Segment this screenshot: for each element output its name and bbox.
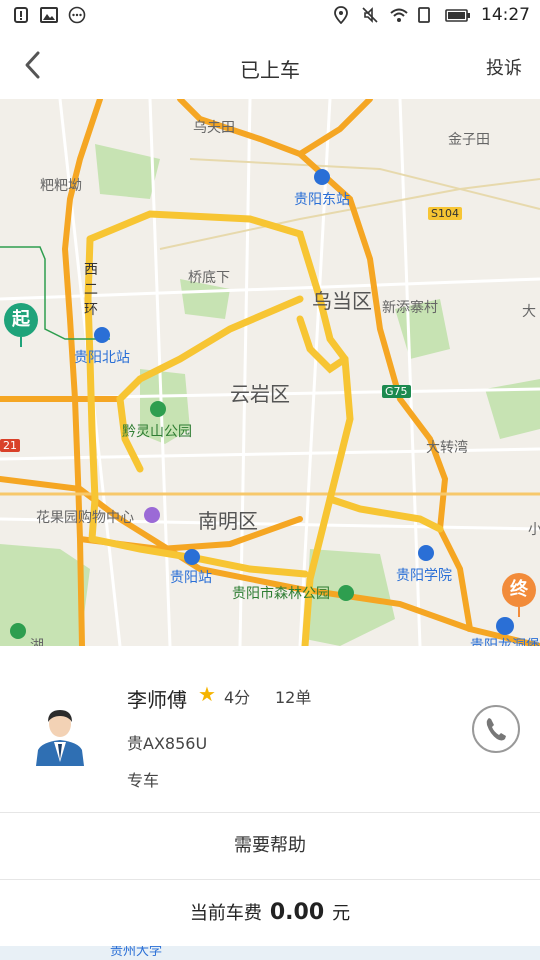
phone-icon <box>486 718 506 741</box>
end-pin: 终 <box>502 573 536 607</box>
map-label: 贵阳东站 <box>294 192 350 208</box>
map-label: 黔灵山公园 <box>122 424 192 440</box>
park-icon <box>338 585 354 601</box>
map-label: 乌夫田 <box>193 120 235 136</box>
bottom-map-strip: 贵州大学 <box>0 946 540 960</box>
map-label: 桥底下 <box>188 270 230 286</box>
map-label: 大转湾 <box>426 440 468 456</box>
mute-icon <box>361 6 379 24</box>
map-label: 环 <box>84 302 98 318</box>
fare-amount: 0.00 <box>269 900 325 925</box>
map-label: 花果园购物中心 <box>36 510 134 526</box>
park-icon <box>10 623 26 639</box>
map-label: 湖 <box>30 638 44 646</box>
map-label: 粑粑坳 <box>40 178 82 194</box>
fare-label: 当前车费 <box>189 903 262 924</box>
map-label: 南明区 <box>198 509 258 533</box>
map-label: 大 <box>522 304 536 320</box>
star-icon: ★ <box>198 682 216 706</box>
bottom-map-label: 贵州大学 <box>110 946 163 959</box>
page-title: 已上车 <box>240 58 300 82</box>
map-label: 二 <box>84 282 98 298</box>
train-station-icon <box>314 169 330 185</box>
driver-card: 李师傅 ★ 4分 12单 贵AX856U 专车 <box>0 646 540 812</box>
train-station-icon <box>184 549 200 565</box>
shopping-icon <box>144 507 160 523</box>
driver-avatar <box>32 704 88 766</box>
call-driver-button[interactable] <box>472 705 520 753</box>
more-icon <box>68 6 86 24</box>
driver-rating: 4分 <box>224 688 251 707</box>
location-icon <box>333 6 351 25</box>
train-station-icon <box>94 327 110 343</box>
fare-bar: 当前车费 0.00 元 <box>0 880 540 946</box>
map-label: 西 <box>84 262 98 278</box>
map-label: 贵阳站 <box>170 570 212 586</box>
end-pin-stem <box>518 607 520 617</box>
nav-bar: 已上车 投诉 <box>0 32 540 99</box>
fare-unit: 元 <box>332 903 351 924</box>
map-label: 贵阳龙洞堡 <box>470 638 540 646</box>
status-time: 14:27 <box>481 5 530 25</box>
car-plate: 贵AX856U <box>127 734 208 753</box>
start-pin-stem <box>20 337 22 347</box>
map-label: 乌当区 <box>312 289 372 313</box>
service-type: 专车 <box>127 771 160 790</box>
airport-icon <box>496 617 514 635</box>
map-label: 金子田 <box>448 132 490 148</box>
battery-icon <box>445 6 471 24</box>
wifi-icon <box>389 6 408 24</box>
road-tag: S104 <box>428 207 462 220</box>
map-label: 贵阳市森林公园 <box>232 586 330 602</box>
sim-icon <box>417 6 435 24</box>
help-button[interactable]: 需要帮助 <box>0 813 540 879</box>
map-label: 小 <box>528 522 540 538</box>
map-view[interactable]: 乌夫田 金子田 粑粑坳 贵阳东站 S104 西 二 环 桥底下 乌当区 新添寨村… <box>0 99 540 646</box>
road-tag: G75 <box>382 385 411 398</box>
map-label: 贵阳学院 <box>396 568 452 584</box>
map-label: 云岩区 <box>230 382 290 406</box>
road-tag: 21 <box>0 439 20 452</box>
alert-icon <box>12 6 30 24</box>
driver-orders: 12单 <box>275 688 312 707</box>
park-icon <box>150 401 166 417</box>
image-icon <box>40 6 58 24</box>
start-pin: 起 <box>4 303 38 337</box>
driver-name: 李师傅 <box>127 688 187 712</box>
map-label: 新添寨村 <box>382 300 438 316</box>
complaint-button[interactable]: 投诉 <box>486 54 522 80</box>
school-icon <box>418 545 434 561</box>
status-bar: 14:27 <box>0 0 540 32</box>
map-label: 贵阳北站 <box>74 350 130 366</box>
